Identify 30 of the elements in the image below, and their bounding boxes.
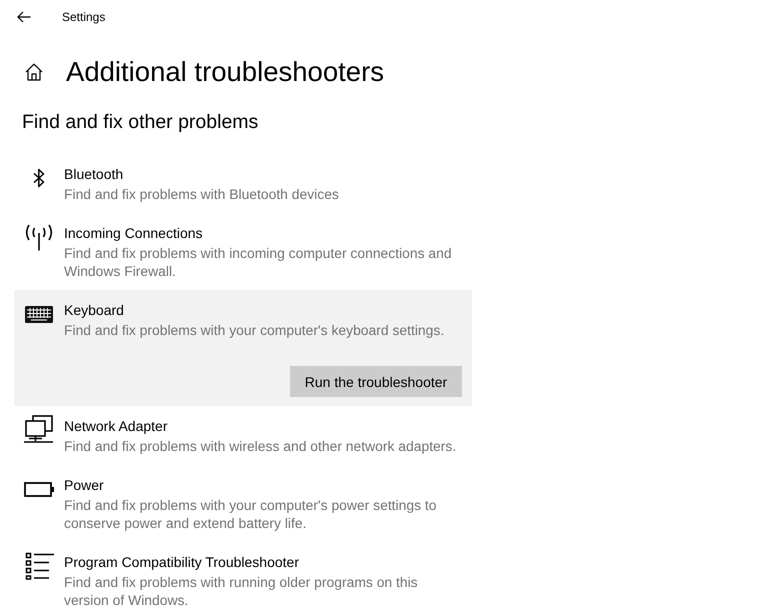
troubleshooter-item[interactable]: Program Compatibility Troubleshooter Find and fix problems with running older programs on this version of Windows. [14,542,472,616]
troubleshooter-description: Find and fix problems with Bluetooth devices [64,185,340,203]
troubleshooter-title: Network Adapter [64,417,168,436]
keyboard-icon [25,306,53,322]
troubleshooter-item[interactable]: Network Adapter Find and fix problems with wireless and other network adapters. [14,406,472,465]
section-heading: Find and fix other problems [22,110,258,135]
troubleshooter-item[interactable]: Incoming Connections Find and fix problems with incoming computer connections and Windows Firewall. [14,213,472,290]
troubleshooter-description: Find and fix problems with incoming computer connections and Windows Firewall. [64,244,453,280]
run-troubleshooter-button[interactable]: Run the troubleshooter [290,366,462,397]
page-title: Additional troubleshooters [66,55,384,89]
troubleshooter-item[interactable]: Keyboard Find and fix problems with your computer's keyboard settings. Run the troubleshooter [14,290,472,406]
troubleshooter-title: Keyboard [64,301,125,320]
troubleshooter-description: Find and fix problems with wireless and other network adapters. [64,437,458,455]
troubleshooter-item[interactable]: Power Find and fix problems with your computer's power settings to conserve power and extend battery life. [14,465,472,542]
troubleshooter-item[interactable]: Bluetooth Find and fix problems with Bluetooth devices [14,154,472,213]
window-title: Settings [62,10,106,24]
back-icon[interactable] [17,10,31,22]
home-icon[interactable] [25,63,43,81]
bluetooth-icon [33,168,45,188]
battery-icon [24,482,54,496]
troubleshooter-title: Power [64,476,105,495]
troubleshooter-description: Find and fix problems with running older programs on this version of Windows. [64,573,419,609]
list-icon [24,552,54,580]
computers-icon [24,415,54,445]
troubleshooter-title: Program Compatibility Troubleshooter [64,553,300,572]
troubleshooter-description: Find and fix problems with your computer's keyboard settings. [64,321,446,339]
troubleshooter-title: Bluetooth [64,165,124,184]
antenna-icon [24,224,54,250]
troubleshooter-title: Incoming Connections [64,224,204,243]
troubleshooter-description: Find and fix problems with your computer's power settings to conserve power and extend battery life. [64,496,438,532]
